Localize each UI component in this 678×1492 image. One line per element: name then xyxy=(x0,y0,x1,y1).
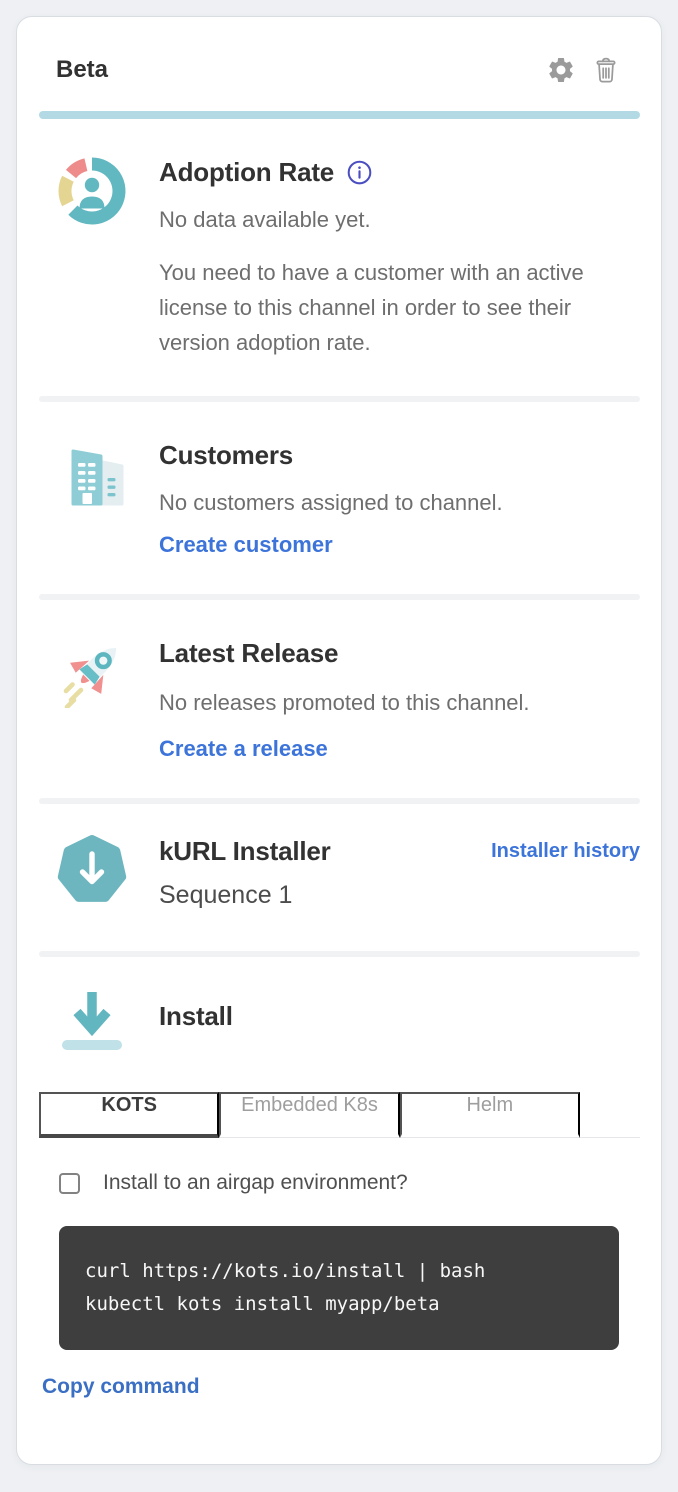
customers-status-text: No customers assigned to channel. xyxy=(159,485,640,520)
channel-settings-button[interactable] xyxy=(546,55,576,85)
rocket-icon xyxy=(56,636,128,708)
channel-card: Beta xyxy=(16,16,662,1465)
channel-card-header: Beta xyxy=(39,53,640,85)
buildings-icon xyxy=(56,438,128,510)
adoption-status-text: No data available yet. xyxy=(159,202,640,237)
section-adoption-rate: Adoption Rate No data available yet. You… xyxy=(39,119,640,396)
adoption-description-text: You need to have a customer with an acti… xyxy=(159,255,611,360)
airgap-checkbox[interactable] xyxy=(59,1173,80,1194)
airgap-option-row: Install to an airgap environment? xyxy=(39,1171,640,1195)
create-customer-link[interactable]: Create customer xyxy=(159,532,333,558)
install-command-code-block: curl https://kots.io/install | bash kube… xyxy=(59,1226,619,1350)
tab-helm[interactable]: Helm xyxy=(400,1092,580,1138)
install-method-tabs: KOTS Embedded K8s Helm xyxy=(39,1092,640,1138)
create-release-link[interactable]: Create a release xyxy=(159,736,328,762)
header-actions xyxy=(546,55,620,85)
release-status-text: No releases promoted to this channel. xyxy=(159,685,640,720)
copy-command-link[interactable]: Copy command xyxy=(42,1375,200,1399)
adoption-rate-title: Adoption Rate xyxy=(159,157,334,188)
latest-release-title: Latest Release xyxy=(159,638,640,669)
download-arrow-icon xyxy=(56,985,128,1057)
info-icon[interactable] xyxy=(346,159,373,186)
heptagon-download-icon xyxy=(56,834,128,906)
gear-icon xyxy=(546,55,576,85)
customers-title: Customers xyxy=(159,440,640,471)
code-line: kubectl kots install myapp/beta xyxy=(85,1288,599,1321)
channel-delete-button[interactable] xyxy=(592,55,620,85)
airgap-checkbox-label: Install to an airgap environment? xyxy=(103,1171,408,1195)
installer-history-link[interactable]: Installer history xyxy=(491,840,640,863)
code-line: curl https://kots.io/install | bash xyxy=(85,1255,599,1288)
channel-accent-rule xyxy=(39,111,640,119)
section-install: Install xyxy=(39,957,640,1062)
tab-embedded-k8s[interactable]: Embedded K8s xyxy=(219,1092,399,1138)
section-customers: Customers No customers assigned to chann… xyxy=(39,402,640,594)
channel-title: Beta xyxy=(56,56,108,84)
kurl-installer-title: kURL Installer xyxy=(159,836,491,867)
tab-kots[interactable]: KOTS xyxy=(39,1092,219,1138)
section-kurl-installer: kURL Installer Sequence 1 Installer hist… xyxy=(39,804,640,951)
trash-icon xyxy=(592,55,620,85)
section-latest-release: Latest Release No releases promoted to t… xyxy=(39,600,640,798)
adoption-donut-user-icon xyxy=(56,155,128,227)
install-title: Install xyxy=(159,1001,640,1032)
installer-sequence-text: Sequence 1 xyxy=(159,881,491,910)
